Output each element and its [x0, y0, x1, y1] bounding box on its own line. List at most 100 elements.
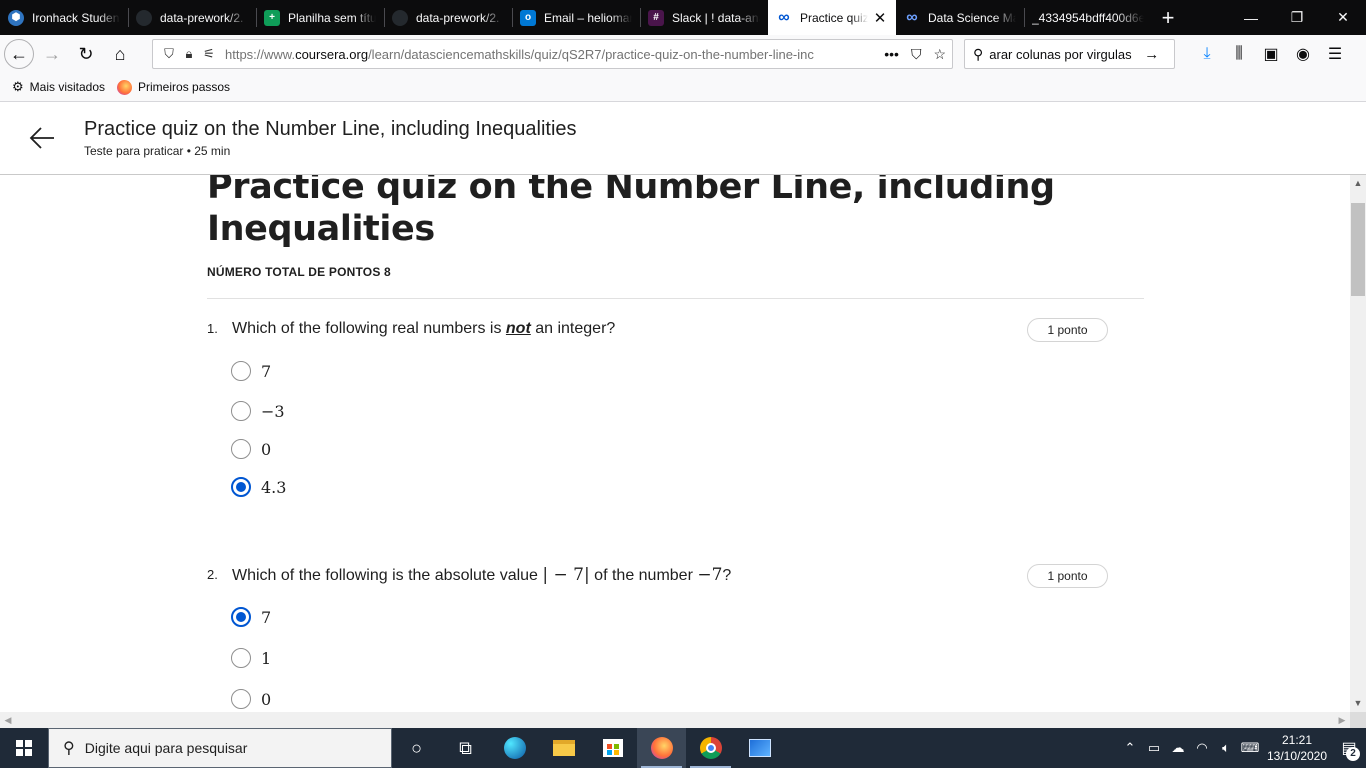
radio-button[interactable]	[231, 648, 251, 668]
close-window-icon[interactable]: ✕	[1320, 0, 1366, 35]
browser-tab[interactable]: data-prework/2.	[384, 0, 512, 35]
total-points: NÚMERO TOTAL DE PONTOS 8	[207, 265, 391, 279]
browser-tab[interactable]: o Email – heliomar	[512, 0, 640, 35]
browser-tab[interactable]: data-prework/2.	[128, 0, 256, 35]
sidebar-icon[interactable]: ▣	[1260, 44, 1282, 64]
url-domain: coursera.org	[295, 46, 369, 62]
answer-option[interactable]: 1	[231, 648, 271, 668]
url-text[interactable]: https://www.coursera.org/learn/datascien…	[225, 47, 855, 62]
reload-button[interactable]: ↻	[70, 38, 102, 70]
browser-tab[interactable]: _4334954bdff400d6e	[1024, 0, 1152, 35]
vertical-scrollbar[interactable]: ▲ ▼	[1350, 175, 1366, 712]
browser-tab[interactable]: ⬢ Ironhack Studen	[0, 0, 128, 35]
answer-option-selected[interactable]: 7	[231, 607, 271, 627]
radio-button[interactable]	[231, 689, 251, 709]
search-icon: ⚲	[973, 45, 984, 62]
chevron-up-icon[interactable]: ⌃	[1118, 740, 1142, 756]
question-text: Which of the following real numbers is n…	[232, 320, 615, 338]
scrollbar-thumb[interactable]	[1351, 203, 1365, 296]
horizontal-scrollbar[interactable]: ◀ ▶	[0, 712, 1350, 728]
option-label: 0	[261, 439, 272, 459]
scrollbar-corner	[1350, 712, 1366, 728]
option-label: 0	[261, 689, 272, 709]
browser-tab-active[interactable]: ∞ Practice quiz ✕	[768, 0, 896, 35]
firefox-icon[interactable]	[637, 728, 686, 768]
photos-icon[interactable]	[735, 728, 784, 768]
tab-label: _4334954bdff400d6e	[1032, 10, 1144, 25]
clock[interactable]: 21:21 13/10/2020	[1262, 732, 1332, 764]
question-text-part: ?	[722, 567, 732, 584]
forward-button[interactable]: →	[36, 38, 68, 70]
edge-icon[interactable]	[490, 728, 539, 768]
url-bar[interactable]: ⛉ 🔒︎ ⚟ https://www.coursera.org/learn/da…	[152, 39, 953, 69]
store-icon[interactable]	[588, 728, 637, 768]
ime-icon[interactable]: ⌨	[1238, 740, 1262, 756]
close-tab-icon[interactable]: ✕	[872, 9, 888, 27]
shield-icon[interactable]: ⛉	[159, 46, 179, 62]
slack-icon: #	[648, 9, 664, 26]
tab-label: data-prework/2.	[416, 10, 500, 25]
url-path: /learn/datasciencemathskills/quiz/qS2R7/…	[368, 46, 814, 62]
radio-button[interactable]	[231, 361, 251, 381]
back-button[interactable]: ←	[4, 39, 34, 69]
wifi-icon[interactable]: ◠	[1190, 740, 1214, 756]
answer-option-selected[interactable]: 4.3	[231, 477, 286, 497]
taskbar-search-box[interactable]: ⚲ Digite aqui para pesquisar	[48, 728, 392, 768]
radio-button-selected[interactable]	[231, 607, 251, 627]
back-arrow-icon[interactable]	[28, 124, 56, 152]
chrome-icon[interactable]	[686, 728, 735, 768]
math-expression: | − 7|	[542, 565, 590, 585]
browser-tab[interactable]: + Planilha sem títu	[256, 0, 384, 35]
search-input[interactable]: arar colunas por virgulas	[989, 47, 1144, 62]
page-actions-icon[interactable]: •••	[884, 46, 899, 63]
lock-icon[interactable]: 🔒︎	[179, 46, 199, 62]
minimize-icon[interactable]: —	[1228, 0, 1274, 35]
pocket-icon[interactable]: ⛉	[911, 46, 922, 63]
quiz-content: Practice quiz on the Number Line, includ…	[0, 175, 1350, 712]
library-icon[interactable]: ⫼	[1228, 45, 1250, 63]
battery-icon[interactable]: ▭	[1142, 740, 1166, 756]
radio-button[interactable]	[231, 439, 251, 459]
bookmark-most-visited[interactable]: ⚙ Mais visitados	[12, 79, 105, 95]
page-title: Practice quiz on the Number Line, includ…	[207, 175, 1055, 249]
question-text-part: of the number	[589, 567, 698, 584]
onedrive-icon[interactable]: ☁	[1166, 740, 1190, 756]
scroll-right-icon[interactable]: ▶	[1334, 712, 1350, 728]
scroll-left-icon[interactable]: ◀	[0, 712, 16, 728]
file-explorer-icon[interactable]	[539, 728, 588, 768]
tab-label: Email – heliomar	[544, 10, 632, 25]
windows-start-button[interactable]	[0, 728, 48, 768]
radio-button-selected[interactable]	[231, 477, 251, 497]
action-center-button[interactable]: ▤ 2	[1332, 728, 1366, 768]
answer-option[interactable]: −3	[231, 401, 285, 421]
account-icon[interactable]: ◉	[1292, 44, 1314, 64]
answer-option[interactable]: 7	[231, 361, 271, 381]
permissions-icon[interactable]: ⚟	[199, 46, 219, 62]
browser-tab[interactable]: # Slack | ! data-ana	[640, 0, 768, 35]
bookmark-star-icon[interactable]: ☆	[933, 46, 946, 63]
volume-icon[interactable]: 🔈︎	[1214, 740, 1238, 756]
search-go-icon[interactable]: →	[1144, 46, 1159, 63]
option-label: 7	[261, 607, 272, 627]
search-bar[interactable]: ⚲ arar colunas por virgulas →	[964, 39, 1175, 69]
windows-icon	[16, 740, 32, 756]
home-button[interactable]: ⌂	[104, 38, 136, 70]
search-icon: ⚲	[63, 740, 75, 757]
answer-option[interactable]: 0	[231, 689, 271, 709]
bookmark-label: Primeiros passos	[138, 80, 231, 94]
scroll-up-icon[interactable]: ▲	[1350, 175, 1366, 192]
points-badge: 1 ponto	[1027, 564, 1108, 588]
restore-icon[interactable]: ❐	[1274, 0, 1320, 35]
bookmark-getting-started[interactable]: Primeiros passos	[117, 79, 231, 95]
download-icon[interactable]: ⤓	[1196, 45, 1218, 63]
new-tab-button[interactable]: +	[1152, 0, 1184, 35]
radio-button[interactable]	[231, 401, 251, 421]
browser-tab-bar: ⬢ Ironhack Studen data-prework/2. + Plan…	[0, 0, 1366, 35]
scroll-down-icon[interactable]: ▼	[1350, 695, 1366, 712]
menu-icon[interactable]: ☰	[1324, 44, 1346, 64]
cortana-icon[interactable]: ○	[392, 728, 441, 768]
browser-tab[interactable]: ∞ Data Science Ma	[896, 0, 1024, 35]
taskbar-search-placeholder: Digite aqui para pesquisar	[84, 740, 248, 756]
task-view-icon[interactable]: ⧉	[441, 728, 490, 768]
answer-option[interactable]: 0	[231, 439, 271, 459]
